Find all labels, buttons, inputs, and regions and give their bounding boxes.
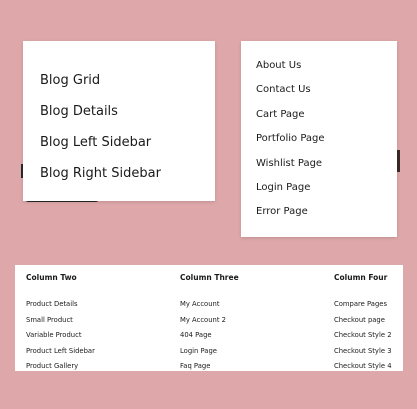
column-list: Product Details Small Product Variable P… [26, 284, 95, 375]
menu-item-small-product[interactable]: Small Product [26, 313, 95, 329]
menu-item-login-page[interactable]: Login Page [180, 344, 239, 360]
blog-dropdown-menu: Blog Grid Blog Details Blog Left Sidebar… [23, 41, 215, 201]
menu-item-checkout-style-2[interactable]: Checkout Style 2 [334, 328, 392, 344]
menu-item-wishlist-page[interactable]: Wishlist Page [256, 152, 397, 176]
menu-item-portfolio-page[interactable]: Portfolio Page [256, 127, 397, 151]
menu-item-my-account-2[interactable]: My Account 2 [180, 313, 239, 329]
menu-item-variable-product[interactable]: Variable Product [26, 328, 95, 344]
menu-item-about-us[interactable]: About Us [256, 54, 397, 78]
menu-item-checkout-page[interactable]: Checkout page [334, 313, 392, 329]
menu-item-compare-pages[interactable]: Compare Pages [334, 297, 392, 313]
menu-item-product-details[interactable]: Product Details [26, 297, 95, 313]
mega-menu-column-four: Column Four Compare Pages Checkout page … [334, 265, 392, 375]
pages-menu-list: About Us Contact Us Cart Page Portfolio … [241, 41, 397, 225]
menu-item-faq-page[interactable]: Faq Page [180, 359, 239, 375]
menu-item-contact-us[interactable]: Contact Us [256, 78, 397, 102]
pages-dropdown-menu: About Us Contact Us Cart Page Portfolio … [241, 41, 397, 237]
menu-item-blog-grid[interactable]: Blog Grid [40, 65, 215, 96]
menu-item-product-left-sidebar[interactable]: Product Left Sidebar [26, 344, 95, 360]
mega-menu-panel: Column Two Product Details Small Product… [15, 265, 403, 371]
menu-item-checkout-style-4[interactable]: Checkout Style 4 [334, 359, 392, 375]
menu-item-error-page[interactable]: Error Page [256, 200, 397, 224]
menu-item-blog-left-sidebar[interactable]: Blog Left Sidebar [40, 127, 215, 158]
column-title: Column Two [26, 273, 77, 282]
column-title: Column Three [180, 273, 239, 282]
column-list: My Account My Account 2 404 Page Login P… [180, 284, 239, 375]
menu-item-404-page[interactable]: 404 Page [180, 328, 239, 344]
menu-item-login-page[interactable]: Login Page [256, 176, 397, 200]
mega-menu-column-three: Column Three My Account My Account 2 404… [180, 265, 239, 375]
menu-item-cart-page[interactable]: Cart Page [256, 103, 397, 127]
mega-menu-column-two: Column Two Product Details Small Product… [26, 265, 95, 375]
menu-item-checkout-style-3[interactable]: Checkout Style 3 [334, 344, 392, 360]
column-list: Compare Pages Checkout page Checkout Sty… [334, 284, 392, 375]
column-title: Column Four [334, 273, 388, 282]
menu-item-blog-details[interactable]: Blog Details [40, 96, 215, 127]
blog-menu-list: Blog Grid Blog Details Blog Left Sidebar… [23, 41, 215, 189]
menu-item-product-gallery[interactable]: Product Gallery [26, 359, 95, 375]
menu-item-blog-right-sidebar[interactable]: Blog Right Sidebar [40, 158, 215, 189]
menu-item-my-account[interactable]: My Account [180, 297, 239, 313]
background-edge [397, 150, 400, 172]
